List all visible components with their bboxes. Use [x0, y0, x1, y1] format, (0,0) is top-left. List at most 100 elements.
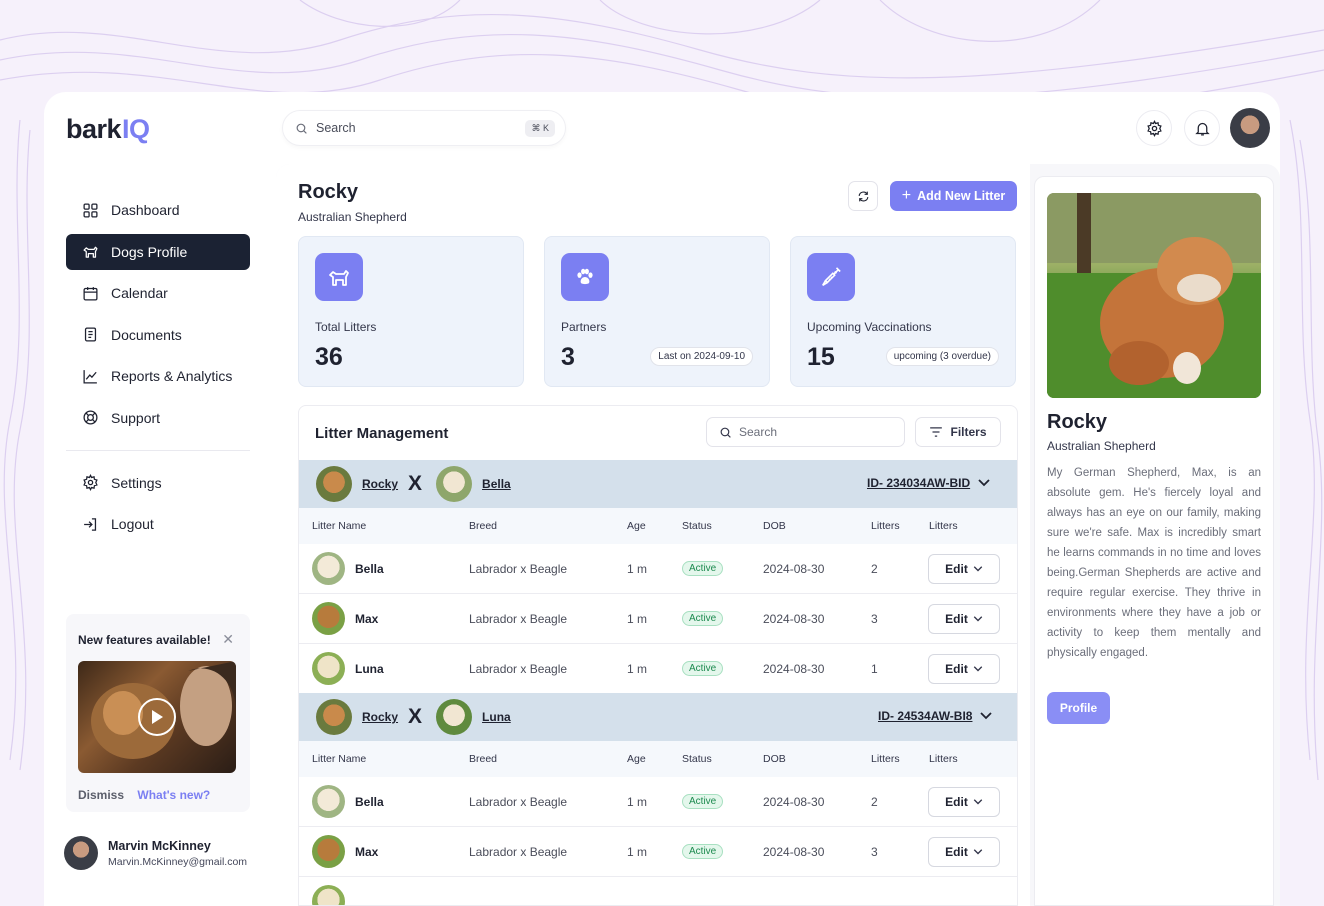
chart-line-icon — [83, 369, 97, 384]
edit-button[interactable]: Edit — [928, 654, 1000, 684]
avatar — [312, 785, 345, 818]
sidebar-item-settings[interactable]: Settings — [66, 465, 250, 501]
chevron-down-icon — [973, 566, 983, 572]
litter-group-header[interactable]: Rocky X Luna ID- 24534AW-BI8 — [299, 693, 1017, 741]
user-name: Marvin McKinney — [108, 838, 211, 853]
sidebar-item-label: Reports & Analytics — [111, 368, 233, 384]
nav-divider — [66, 449, 250, 451]
logo-text: bark — [66, 114, 122, 144]
settings-button[interactable] — [1136, 110, 1172, 146]
column-header: Breed — [469, 753, 498, 765]
edit-button[interactable]: Edit — [928, 554, 1000, 584]
sidebar-item-logout[interactable]: Logout — [66, 506, 250, 542]
status-badge: Active — [682, 794, 724, 809]
close-icon[interactable]: ✕ — [222, 631, 234, 648]
pup-age: 1 m — [627, 795, 648, 809]
pup-age: 1 m — [627, 662, 648, 676]
paw-icon — [561, 253, 609, 301]
global-search[interactable]: Search ⌘ K — [282, 110, 566, 146]
add-new-litter-label: Add New Litter — [917, 189, 1006, 203]
pup-dob: 2024-08-30 — [763, 662, 825, 676]
chevron-down-icon — [973, 849, 983, 855]
edit-button[interactable]: Edit — [928, 604, 1000, 634]
column-header: Age — [627, 520, 646, 532]
filters-button[interactable]: Filters — [915, 417, 1001, 447]
chevron-down-icon — [973, 666, 983, 672]
whats-new-link[interactable]: What's new? — [137, 788, 210, 802]
dismiss-link[interactable]: Dismiss — [78, 788, 124, 802]
column-header: DOB — [763, 520, 786, 532]
search-icon — [720, 427, 731, 438]
table-row[interactable]: Bella Labrador x Beagle 1 m Active 2024-… — [299, 544, 1017, 594]
edit-button[interactable]: Edit — [928, 787, 1000, 817]
chevron-down-icon — [973, 799, 983, 805]
avatar — [316, 699, 352, 735]
bell-icon — [1194, 122, 1210, 136]
grid-icon — [83, 202, 98, 218]
add-new-litter-button[interactable]: + Add New Litter — [890, 181, 1017, 211]
pup-breed: Labrador x Beagle — [469, 612, 568, 626]
user-email: Marvin.McKinney@gmail.com — [108, 855, 248, 868]
chevron-down-icon — [980, 712, 993, 720]
promo-video-thumbnail[interactable] — [78, 661, 236, 773]
table-row[interactable]: Luna Labrador x Beagle 1 m Active 2024-0… — [299, 644, 1017, 694]
sire-name-link[interactable]: Rocky — [362, 710, 398, 724]
dog-icon — [315, 253, 363, 301]
stat-card-vaccinations: Upcoming Vaccinations 15 upcoming (3 ove… — [790, 236, 1016, 387]
promo-actions: Dismiss What's new? — [78, 788, 220, 802]
column-header: Litter Name — [312, 753, 367, 765]
stat-badge: upcoming (3 overdue) — [885, 347, 999, 366]
shortcut-badge: ⌘ K — [525, 120, 555, 137]
document-icon — [84, 327, 97, 342]
edit-label: Edit — [945, 845, 968, 859]
sidebar-item-reports[interactable]: Reports & Analytics — [66, 358, 250, 394]
litter-id[interactable]: ID- 24534AW-BI8 — [878, 709, 993, 723]
dam-name-link[interactable]: Bella — [482, 477, 511, 491]
pup-age: 1 m — [627, 612, 648, 626]
table-row[interactable]: Max Labrador x Beagle 1 m Active 2024-08… — [299, 594, 1017, 644]
pair-cross: X — [408, 705, 423, 728]
status-badge: Active — [682, 611, 724, 626]
sidebar-item-support[interactable]: Support — [66, 400, 250, 436]
table-header: Litter Name Breed Age Status DOB Litters… — [299, 508, 1017, 544]
refresh-button[interactable] — [848, 181, 878, 211]
logo-accent: IQ — [122, 114, 150, 144]
status-badge: Active — [682, 561, 724, 576]
litter-search-input[interactable]: Search — [706, 417, 905, 447]
sidebar-item-dogs-profile[interactable]: Dogs Profile — [66, 233, 250, 270]
pup-dob: 2024-08-30 — [763, 562, 825, 576]
pup-dob: 2024-08-30 — [763, 795, 825, 809]
sidebar-item-documents[interactable]: Documents — [66, 317, 250, 353]
promo-title: New features available! — [78, 633, 211, 647]
gear-icon — [1146, 119, 1162, 137]
pup-litters: 3 — [871, 612, 878, 626]
table-row[interactable]: Max Labrador x Beagle 1 m Active 2024-08… — [299, 827, 1017, 877]
notifications-button[interactable] — [1184, 110, 1220, 146]
profile-button[interactable]: Profile — [1047, 692, 1110, 724]
play-icon[interactable] — [138, 698, 176, 736]
column-header: Litters — [929, 753, 958, 765]
search-input[interactable]: Search — [316, 121, 356, 135]
profile-name: Rocky — [1047, 411, 1108, 433]
avatar — [316, 466, 352, 502]
user-card[interactable]: Marvin McKinney Marvin.McKinney@gmail.co… — [64, 836, 247, 870]
litter-pair: Rocky X Bella — [316, 466, 511, 502]
sidebar-item-dashboard[interactable]: Dashboard — [66, 192, 250, 228]
avatar — [436, 699, 473, 735]
edit-label: Edit — [945, 612, 968, 626]
column-header: Litters — [871, 753, 900, 765]
table-row-partial — [299, 877, 1017, 905]
dam-name-link[interactable]: Luna — [482, 710, 511, 724]
stat-value: 36 — [315, 343, 343, 371]
edit-button[interactable]: Edit — [928, 837, 1000, 867]
avatar[interactable] — [1230, 108, 1270, 148]
plus-icon: + — [901, 187, 912, 204]
column-header: Status — [682, 753, 712, 765]
sidebar-item-calendar[interactable]: Calendar — [66, 275, 250, 311]
sire-name-link[interactable]: Rocky — [362, 477, 398, 491]
pup-dob: 2024-08-30 — [763, 845, 825, 859]
table-header: Litter Name Breed Age Status DOB Litters… — [299, 741, 1017, 777]
litter-id[interactable]: ID- 234034AW-BID — [867, 476, 990, 490]
table-row[interactable]: Bella Labrador x Beagle 1 m Active 2024-… — [299, 777, 1017, 827]
litter-group-header[interactable]: Rocky X Bella ID- 234034AW-BID — [299, 460, 1017, 508]
